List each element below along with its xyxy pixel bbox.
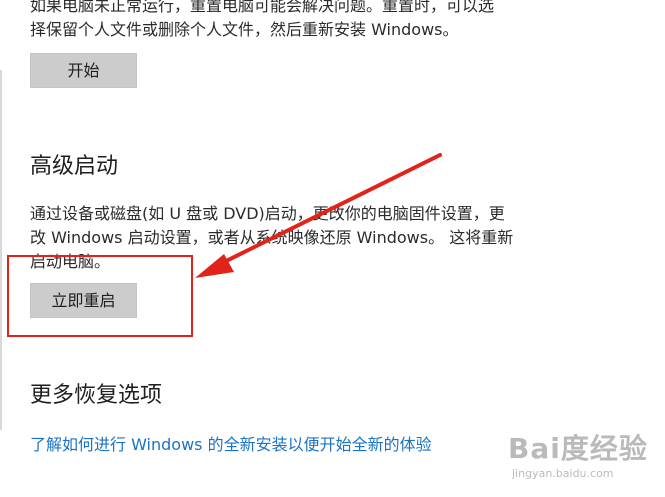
reset-description-line-2: 择保留个人文件或删除个人文件，然后重新安装 Windows。 [30, 20, 459, 39]
reset-description-line-1: 如果电脑未正常运行，重置电脑可能会解决问题。重置时，可以选 [30, 0, 495, 15]
annotation-highlight-box [7, 255, 193, 337]
advanced-description-line-1: 通过设备或磁盘(如 U 盘或 DVD)启动，更改你的电脑固件设置，更 [30, 204, 505, 223]
watermark-url: jingyan.baidu.com [512, 467, 614, 480]
baidu-jingyan-watermark: Bai度经验 jingyan.baidu.com [508, 425, 658, 491]
clean-install-link[interactable]: 了解如何进行 Windows 的全新安装以便开始全新的体验 [30, 431, 432, 455]
advanced-description-line-2: 改 Windows 启动设置，或者从系统映像还原 Windows。 这将重新 [30, 228, 514, 247]
start-reset-button[interactable]: 开始 [30, 53, 137, 88]
more-recovery-options-heading: 更多恢复选项 [30, 383, 163, 408]
advanced-startup-heading: 高级启动 [30, 154, 119, 179]
watermark-logo: Bai度经验 [508, 432, 648, 465]
window-left-border [0, 70, 2, 430]
reset-description: 如果电脑未正常运行，重置电脑可能会解决问题。重置时，可以选 择保留个人文件或删除… [30, 0, 570, 42]
